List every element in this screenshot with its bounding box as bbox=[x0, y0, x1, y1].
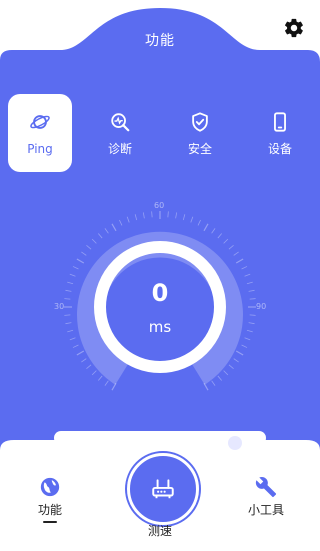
gauge-tick bbox=[86, 364, 92, 370]
gauge-tick bbox=[228, 244, 234, 250]
gauge-tick bbox=[175, 212, 178, 219]
gauge-tick bbox=[217, 233, 223, 239]
gauge-tick bbox=[235, 350, 244, 356]
gauge-tick bbox=[69, 337, 76, 341]
tab-security[interactable]: 安全 bbox=[168, 94, 232, 172]
planet-icon bbox=[30, 114, 50, 129]
tab-label-device: 设备 bbox=[267, 141, 292, 156]
tab-label-ping: Ping bbox=[27, 141, 53, 156]
gauge-ring bbox=[94, 241, 226, 373]
gauge-tick bbox=[86, 244, 92, 250]
gauge-tick bbox=[97, 233, 103, 239]
gauge-tick bbox=[119, 219, 123, 226]
gauge-tick bbox=[91, 238, 97, 244]
gauge-tick bbox=[142, 212, 145, 219]
gauge-tick bbox=[167, 211, 169, 218]
gauge-tick bbox=[134, 214, 138, 221]
gauge-tick bbox=[203, 223, 209, 232]
nav-label-function: 功能 bbox=[38, 503, 63, 517]
nav-label-speed: 测速 bbox=[147, 524, 172, 538]
gauge-tick bbox=[111, 223, 117, 232]
gauge-tick bbox=[97, 375, 103, 381]
tab-device[interactable]: 设备 bbox=[248, 94, 312, 172]
gauge-tick bbox=[244, 273, 251, 277]
gauge-tick bbox=[217, 375, 223, 381]
gauge-tick bbox=[241, 344, 248, 348]
nav-tools[interactable]: 小工具 bbox=[248, 476, 284, 517]
gauge-tick bbox=[233, 358, 239, 363]
gear-icon bbox=[285, 18, 303, 38]
gauge-tick bbox=[190, 216, 194, 223]
gauge-tick bbox=[81, 358, 87, 363]
settings-button[interactable] bbox=[283, 17, 305, 39]
tab-diagnose[interactable]: 诊断 bbox=[88, 94, 152, 172]
gauge-tick bbox=[244, 337, 251, 341]
gauge-tick bbox=[72, 344, 79, 348]
gauge-tick bbox=[151, 211, 153, 218]
gauge-tick bbox=[104, 380, 109, 386]
gauge-tick bbox=[211, 380, 216, 386]
gauge-tick bbox=[72, 266, 79, 270]
gauge-tick bbox=[223, 238, 229, 244]
diagnose-icon bbox=[111, 112, 130, 131]
scale-label-top: 60 bbox=[154, 201, 165, 210]
gauge-tick bbox=[64, 314, 71, 316]
nav-label-tools: 小工具 bbox=[248, 503, 285, 517]
gauge-tick bbox=[76, 350, 85, 356]
gauge-tick bbox=[241, 266, 248, 270]
ping-unit: ms bbox=[148, 318, 172, 336]
gauge-tick bbox=[249, 314, 256, 316]
speed-test-button[interactable] bbox=[127, 453, 199, 525]
feature-tabs: Ping 诊断 安全 设备 bbox=[8, 94, 312, 172]
nav-function[interactable]: 功能 bbox=[38, 476, 62, 523]
ping-value: 0 bbox=[151, 279, 169, 307]
router-icon bbox=[152, 479, 174, 499]
gauge-tick bbox=[223, 370, 229, 376]
gauge-tick bbox=[91, 370, 97, 376]
gauge-tick bbox=[211, 228, 216, 234]
phone-icon bbox=[274, 111, 286, 132]
gauge-tick bbox=[182, 214, 186, 221]
gauge-tick bbox=[233, 251, 239, 256]
page-title: 功能 bbox=[145, 33, 175, 49]
gauge-tick bbox=[76, 258, 85, 264]
gauge-tick bbox=[69, 273, 76, 277]
gauge-tick bbox=[81, 251, 87, 256]
tab-label-security: 安全 bbox=[187, 141, 212, 156]
tab-label-diagnose: 诊断 bbox=[107, 141, 132, 156]
app-screen: 功能 Ping 诊断 安全 设备 60 30 90 0 ms 功能 测速 小工具 bbox=[0, 0, 320, 551]
gauge-tick bbox=[197, 219, 201, 226]
globe-icon bbox=[40, 477, 60, 497]
gauge-tick bbox=[235, 258, 244, 264]
gauge-tick bbox=[104, 228, 109, 234]
shield-icon bbox=[192, 111, 208, 132]
tab-ping[interactable]: Ping bbox=[8, 94, 72, 172]
gauge-tick bbox=[228, 364, 234, 370]
gauge-tick bbox=[126, 216, 130, 223]
wrench-icon bbox=[255, 477, 277, 498]
